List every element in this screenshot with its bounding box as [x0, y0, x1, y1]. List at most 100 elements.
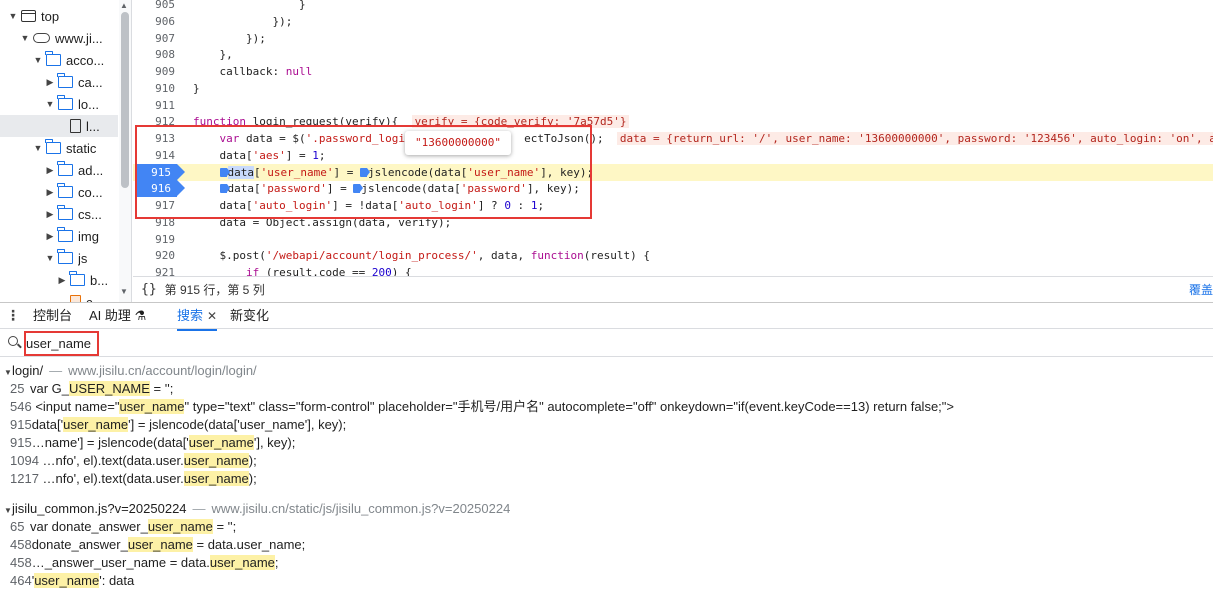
match-line-number: 458 [10, 555, 32, 570]
line-number[interactable]: 919 [133, 231, 175, 248]
tree-item-label: c... [86, 294, 104, 303]
line-number[interactable]: 910 [133, 80, 175, 97]
expanded-arrow-icon[interactable]: ▼ [45, 253, 55, 263]
result-match-row[interactable]: 464'user_name': data [0, 572, 1213, 590]
line-number[interactable]: 911 [133, 97, 175, 114]
collapsed-arrow-icon[interactable]: ▶ [45, 209, 55, 220]
tree-item[interactable]: ▶ ca... [0, 71, 118, 93]
coverage-link[interactable]: 覆盖 [1189, 281, 1213, 298]
result-file-path: www.jisilu.cn/account/login/login/ [68, 363, 257, 378]
separator: — [192, 501, 206, 516]
tree-item[interactable]: ▶ img [0, 225, 118, 247]
result-file-header[interactable]: ▼login/— www.jisilu.cn/account/login/logi… [0, 362, 257, 380]
folder-icon [57, 73, 73, 88]
tab-search[interactable]: 搜索 ✕ [177, 303, 218, 331]
search-icon [8, 336, 18, 346]
match-line-number: 915 [10, 435, 32, 450]
result-match-row[interactable]: 915data['user_name'] = jslencode(data['u… [0, 416, 1213, 434]
more-options-icon[interactable]: ⋮ [6, 307, 20, 324]
pretty-print-button[interactable]: {} [141, 282, 157, 297]
line-number[interactable]: 908 [133, 46, 175, 63]
tree-item[interactable]: ▼ lo... [0, 93, 118, 115]
tree-item-label: img [78, 228, 99, 244]
tree-item[interactable]: ▶ co... [0, 181, 118, 203]
match-text: var G_USER_NAME = ''; [30, 381, 174, 396]
code-line[interactable]: 907 }); [133, 30, 1213, 47]
tree-item-label: ad... [78, 162, 104, 178]
match-line-number: 458 [10, 537, 32, 552]
code-line[interactable]: 910} [133, 80, 1213, 97]
code-line[interactable]: 921 if (result.code == 200) { [133, 264, 1213, 276]
code-line[interactable]: 906 }); [133, 13, 1213, 30]
collapsed-arrow-icon[interactable]: ▶ [45, 77, 55, 88]
tab-changes[interactable]: 新变化 [230, 303, 269, 330]
line-number[interactable]: 920 [133, 247, 175, 264]
code-line[interactable]: 909 callback: null [133, 63, 1213, 80]
line-number[interactable]: 909 [133, 63, 175, 80]
code-line[interactable]: 911 [133, 97, 1213, 114]
frame-icon [21, 10, 36, 22]
tree-item[interactable]: ▼ acco... [0, 49, 118, 71]
expanded-arrow-icon[interactable]: ▼ [45, 99, 55, 109]
expanded-arrow-icon[interactable]: ▼ [33, 143, 43, 153]
folder-icon [45, 139, 61, 154]
result-file-name: login/ [12, 363, 44, 378]
tree-item[interactable]: ▶ cs... [0, 203, 118, 225]
code-text: }, [193, 48, 233, 62]
line-number[interactable]: 907 [133, 30, 175, 47]
scrollbar-thumb[interactable] [121, 12, 129, 188]
tree-item[interactable]: c... [0, 291, 118, 302]
line-number[interactable]: 921 [133, 264, 175, 276]
result-match-row[interactable]: 1094 …nfo', el).text(data.user.user_name… [0, 452, 1213, 470]
tree-item[interactable]: ▼ static [0, 137, 118, 159]
expanded-arrow-icon[interactable]: ▼ [8, 11, 18, 21]
separator: — [49, 363, 63, 378]
code-line[interactable]: 908 }, [133, 46, 1213, 63]
expanded-arrow-icon[interactable]: ▼ [33, 55, 43, 65]
search-results: ▼login/— www.jisilu.cn/account/login/logi… [0, 362, 1213, 598]
result-match-row[interactable]: 25 var G_USER_NAME = ''; [0, 380, 1213, 398]
result-match-row[interactable]: 915…name'] = jslencode(data['user_name']… [0, 434, 1213, 452]
tree-item[interactable]: ▶ b... [0, 269, 118, 291]
tree-item[interactable]: l... [0, 115, 118, 137]
collapsed-arrow-icon[interactable]: ▶ [57, 275, 67, 286]
scroll-up-icon[interactable]: ▲ [120, 1, 128, 10]
tree-item-label: www.ji... [55, 30, 103, 46]
result-match-row[interactable]: 546 <input name="user_name" type="text" … [0, 398, 1213, 416]
code-line[interactable]: 905 } [133, 0, 1213, 13]
result-file-name: jisilu_common.js?v=20250224 [12, 501, 187, 516]
collapsed-arrow-icon[interactable]: ▶ [45, 231, 55, 242]
collapsed-arrow-icon[interactable]: ▶ [45, 187, 55, 198]
match-line-number: 1217 [10, 471, 39, 486]
match-text: var donate_answer_user_name = ''; [30, 519, 237, 534]
code-text: }); [193, 31, 266, 45]
result-match-row[interactable]: 458donate_answer_user_name = data.user_n… [0, 536, 1213, 554]
match-text: …nfo', el).text(data.user.user_name); [38, 471, 257, 486]
code-line[interactable]: 919 [133, 231, 1213, 248]
match-line-number: 546 [10, 399, 32, 414]
close-icon[interactable]: ✕ [207, 309, 217, 323]
scroll-down-icon[interactable]: ▼ [120, 287, 128, 296]
tree-item[interactable]: ▼ js [0, 247, 118, 269]
expanded-arrow-icon[interactable]: ▼ [20, 33, 30, 43]
tab-ai-assistant[interactable]: AI 助理 ⚗ [89, 303, 146, 330]
result-file-header[interactable]: ▼jisilu_common.js?v=20250224— www.jisilu.… [0, 500, 510, 518]
tree-item[interactable]: ▼ top [0, 5, 118, 27]
drawer-tab-bar: ⋮ 控制台 AI 助理 ⚗ 搜索 ✕ 新变化 [0, 302, 1213, 331]
tree-item[interactable]: ▼ www.ji... [0, 27, 118, 49]
tab-label: 控制台 [33, 308, 73, 323]
file-tree-scrollbar[interactable]: ▲ ▼ [119, 0, 131, 302]
line-number[interactable]: 905 [133, 0, 175, 13]
cursor-position: 第 915 行，第 5 列 [164, 283, 265, 297]
folder-icon [57, 227, 73, 242]
tree-item-label: cs... [78, 206, 102, 222]
line-number[interactable]: 906 [133, 13, 175, 30]
tree-item[interactable]: ▶ ad... [0, 159, 118, 181]
collapsed-arrow-icon[interactable]: ▶ [45, 165, 55, 176]
result-match-row[interactable]: 1217 …nfo', el).text(data.user.user_name… [0, 470, 1213, 488]
result-match-row[interactable]: 65 var donate_answer_user_name = ''; [0, 518, 1213, 536]
result-match-row[interactable]: 458…_answer_user_name = data.user_name; [0, 554, 1213, 572]
tab-console[interactable]: 控制台 [33, 303, 72, 330]
code-line[interactable]: 920 $.post('/webapi/account/login_proces… [133, 247, 1213, 264]
tab-label: 新变化 [230, 308, 270, 323]
